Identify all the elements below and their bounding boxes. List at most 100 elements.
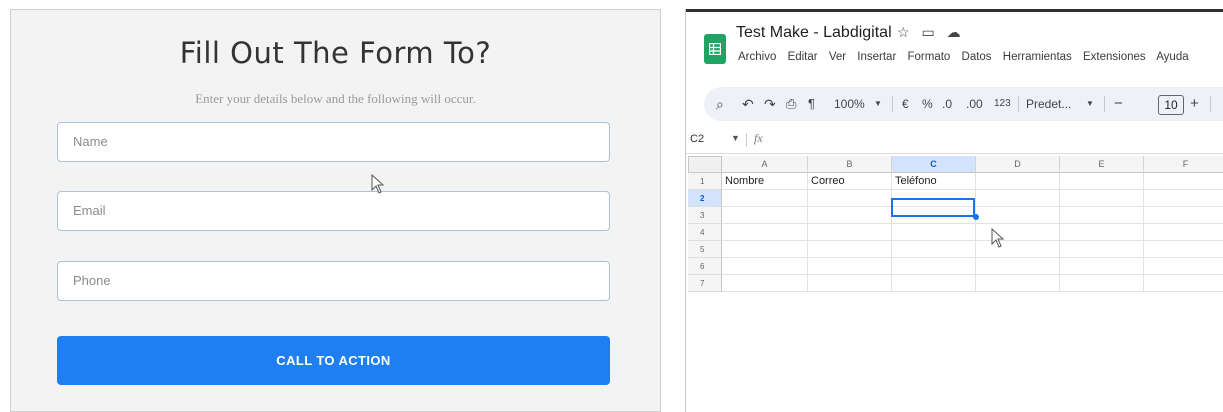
select-all-corner[interactable]: [688, 156, 722, 173]
column-header-d[interactable]: D: [976, 156, 1060, 173]
font-size-input[interactable]: 10: [1158, 95, 1184, 115]
menu-bar: Archivo Editar Ver Insertar Formato Dato…: [738, 51, 1197, 63]
cell-e7[interactable]: [1060, 275, 1144, 292]
paint-format-icon[interactable]: ¶: [808, 87, 815, 121]
phone-input[interactable]: Phone: [57, 261, 610, 301]
document-title[interactable]: Test Make - Labdigital: [736, 24, 892, 42]
zoom-dropdown-icon[interactable]: ▼: [874, 87, 882, 121]
cell-c1[interactable]: Teléfono: [892, 173, 976, 190]
column-header-f[interactable]: F: [1144, 156, 1223, 173]
decrease-decimals-button[interactable]: .0: [942, 87, 952, 121]
column-header-c[interactable]: C: [892, 156, 976, 173]
cell-a6[interactable]: [722, 258, 808, 275]
cell-c5[interactable]: [892, 241, 976, 258]
cell-b1[interactable]: Correo: [808, 173, 892, 190]
cell-d6[interactable]: [976, 258, 1060, 275]
number-format-button[interactable]: 123: [994, 87, 1011, 121]
zoom-select[interactable]: 100%: [834, 87, 865, 121]
cell-c4[interactable]: [892, 224, 976, 241]
column-header-e[interactable]: E: [1060, 156, 1144, 173]
cell-c7[interactable]: [892, 275, 976, 292]
cell-e4[interactable]: [1060, 224, 1144, 241]
cell-f6[interactable]: [1144, 258, 1223, 275]
menu-archivo[interactable]: Archivo: [738, 51, 776, 63]
currency-format-button[interactable]: €: [902, 87, 909, 121]
cell-d5[interactable]: [976, 241, 1060, 258]
cell-e5[interactable]: [1060, 241, 1144, 258]
cell-f7[interactable]: [1144, 275, 1223, 292]
percent-format-button[interactable]: %: [922, 87, 933, 121]
print-icon[interactable]: ⎙: [786, 87, 796, 121]
cell-b4[interactable]: [808, 224, 892, 241]
cell-e6[interactable]: [1060, 258, 1144, 275]
row-header-1[interactable]: 1: [688, 173, 722, 190]
sheets-logo-icon[interactable]: [704, 34, 726, 64]
cell-f2[interactable]: [1144, 190, 1223, 207]
menu-datos[interactable]: Datos: [962, 51, 992, 63]
call-to-action-button[interactable]: CALL TO ACTION: [57, 336, 610, 385]
cell-a3[interactable]: [722, 207, 808, 224]
row-header-2[interactable]: 2: [688, 190, 722, 207]
undo-icon[interactable]: ↶: [742, 87, 754, 121]
menu-ayuda[interactable]: Ayuda: [1156, 51, 1188, 63]
cell-a4[interactable]: [722, 224, 808, 241]
row-header-3[interactable]: 3: [688, 207, 722, 224]
menu-extensiones[interactable]: Extensiones: [1083, 51, 1146, 63]
cell-b5[interactable]: [808, 241, 892, 258]
cloud-status-icon[interactable]: ☁: [947, 24, 961, 40]
phone-placeholder: Phone: [73, 273, 111, 288]
cell-d3[interactable]: [976, 207, 1060, 224]
cell-a2[interactable]: [722, 190, 808, 207]
name-box[interactable]: C2: [690, 133, 704, 145]
mouse-cursor-icon: [991, 228, 1005, 248]
cell-b7[interactable]: [808, 275, 892, 292]
cell-b2[interactable]: [808, 190, 892, 207]
column-header-a[interactable]: A: [722, 156, 808, 173]
redo-icon[interactable]: ↷: [764, 87, 776, 121]
cell-f3[interactable]: [1144, 207, 1223, 224]
menu-editar[interactable]: Editar: [788, 51, 818, 63]
menu-herramientas[interactable]: Herramientas: [1003, 51, 1072, 63]
cell-d7[interactable]: [976, 275, 1060, 292]
increase-font-size-button[interactable]: +: [1190, 87, 1199, 121]
font-select[interactable]: Predet...: [1026, 87, 1071, 121]
cell-a5[interactable]: [722, 241, 808, 258]
decrease-font-size-button[interactable]: −: [1114, 87, 1123, 121]
email-input[interactable]: Email: [57, 191, 610, 231]
cell-f4[interactable]: [1144, 224, 1223, 241]
formula-bar-divider: [746, 133, 747, 147]
menu-insertar[interactable]: Insertar: [857, 51, 896, 63]
active-cell-selection[interactable]: [891, 198, 975, 217]
cell-f1[interactable]: [1144, 173, 1223, 190]
cell-a1[interactable]: Nombre: [722, 173, 808, 190]
menu-ver[interactable]: Ver: [829, 51, 846, 63]
row-header-5[interactable]: 5: [688, 241, 722, 258]
search-menus-icon[interactable]: ⌕: [716, 87, 724, 121]
form-subtitle: Enter your details below and the followi…: [195, 91, 476, 106]
name-input[interactable]: Name: [57, 122, 610, 162]
cell-d4[interactable]: [976, 224, 1060, 241]
row-header-4[interactable]: 4: [688, 224, 722, 241]
cell-d2[interactable]: [976, 190, 1060, 207]
cell-a7[interactable]: [722, 275, 808, 292]
font-dropdown-icon[interactable]: ▼: [1086, 87, 1094, 121]
toolbar-divider: [1210, 96, 1211, 112]
row-header-7[interactable]: 7: [688, 275, 722, 292]
cell-e1[interactable]: [1060, 173, 1144, 190]
cell-f5[interactable]: [1144, 241, 1223, 258]
increase-decimals-button[interactable]: .00: [966, 87, 983, 121]
cell-e2[interactable]: [1060, 190, 1144, 207]
cell-d1[interactable]: [976, 173, 1060, 190]
star-icon[interactable]: ☆: [897, 24, 910, 40]
column-header-b[interactable]: B: [808, 156, 892, 173]
row-header-6[interactable]: 6: [688, 258, 722, 275]
cell-b3[interactable]: [808, 207, 892, 224]
cell-c6[interactable]: [892, 258, 976, 275]
cell-e3[interactable]: [1060, 207, 1144, 224]
cell-b6[interactable]: [808, 258, 892, 275]
lead-form-panel: Fill Out The Form To? Enter your details…: [10, 9, 661, 412]
name-box-dropdown-icon[interactable]: ▼: [731, 133, 740, 143]
move-folder-icon[interactable]: ▭: [921, 24, 934, 40]
menu-formato[interactable]: Formato: [907, 51, 950, 63]
fill-handle[interactable]: [973, 214, 979, 220]
